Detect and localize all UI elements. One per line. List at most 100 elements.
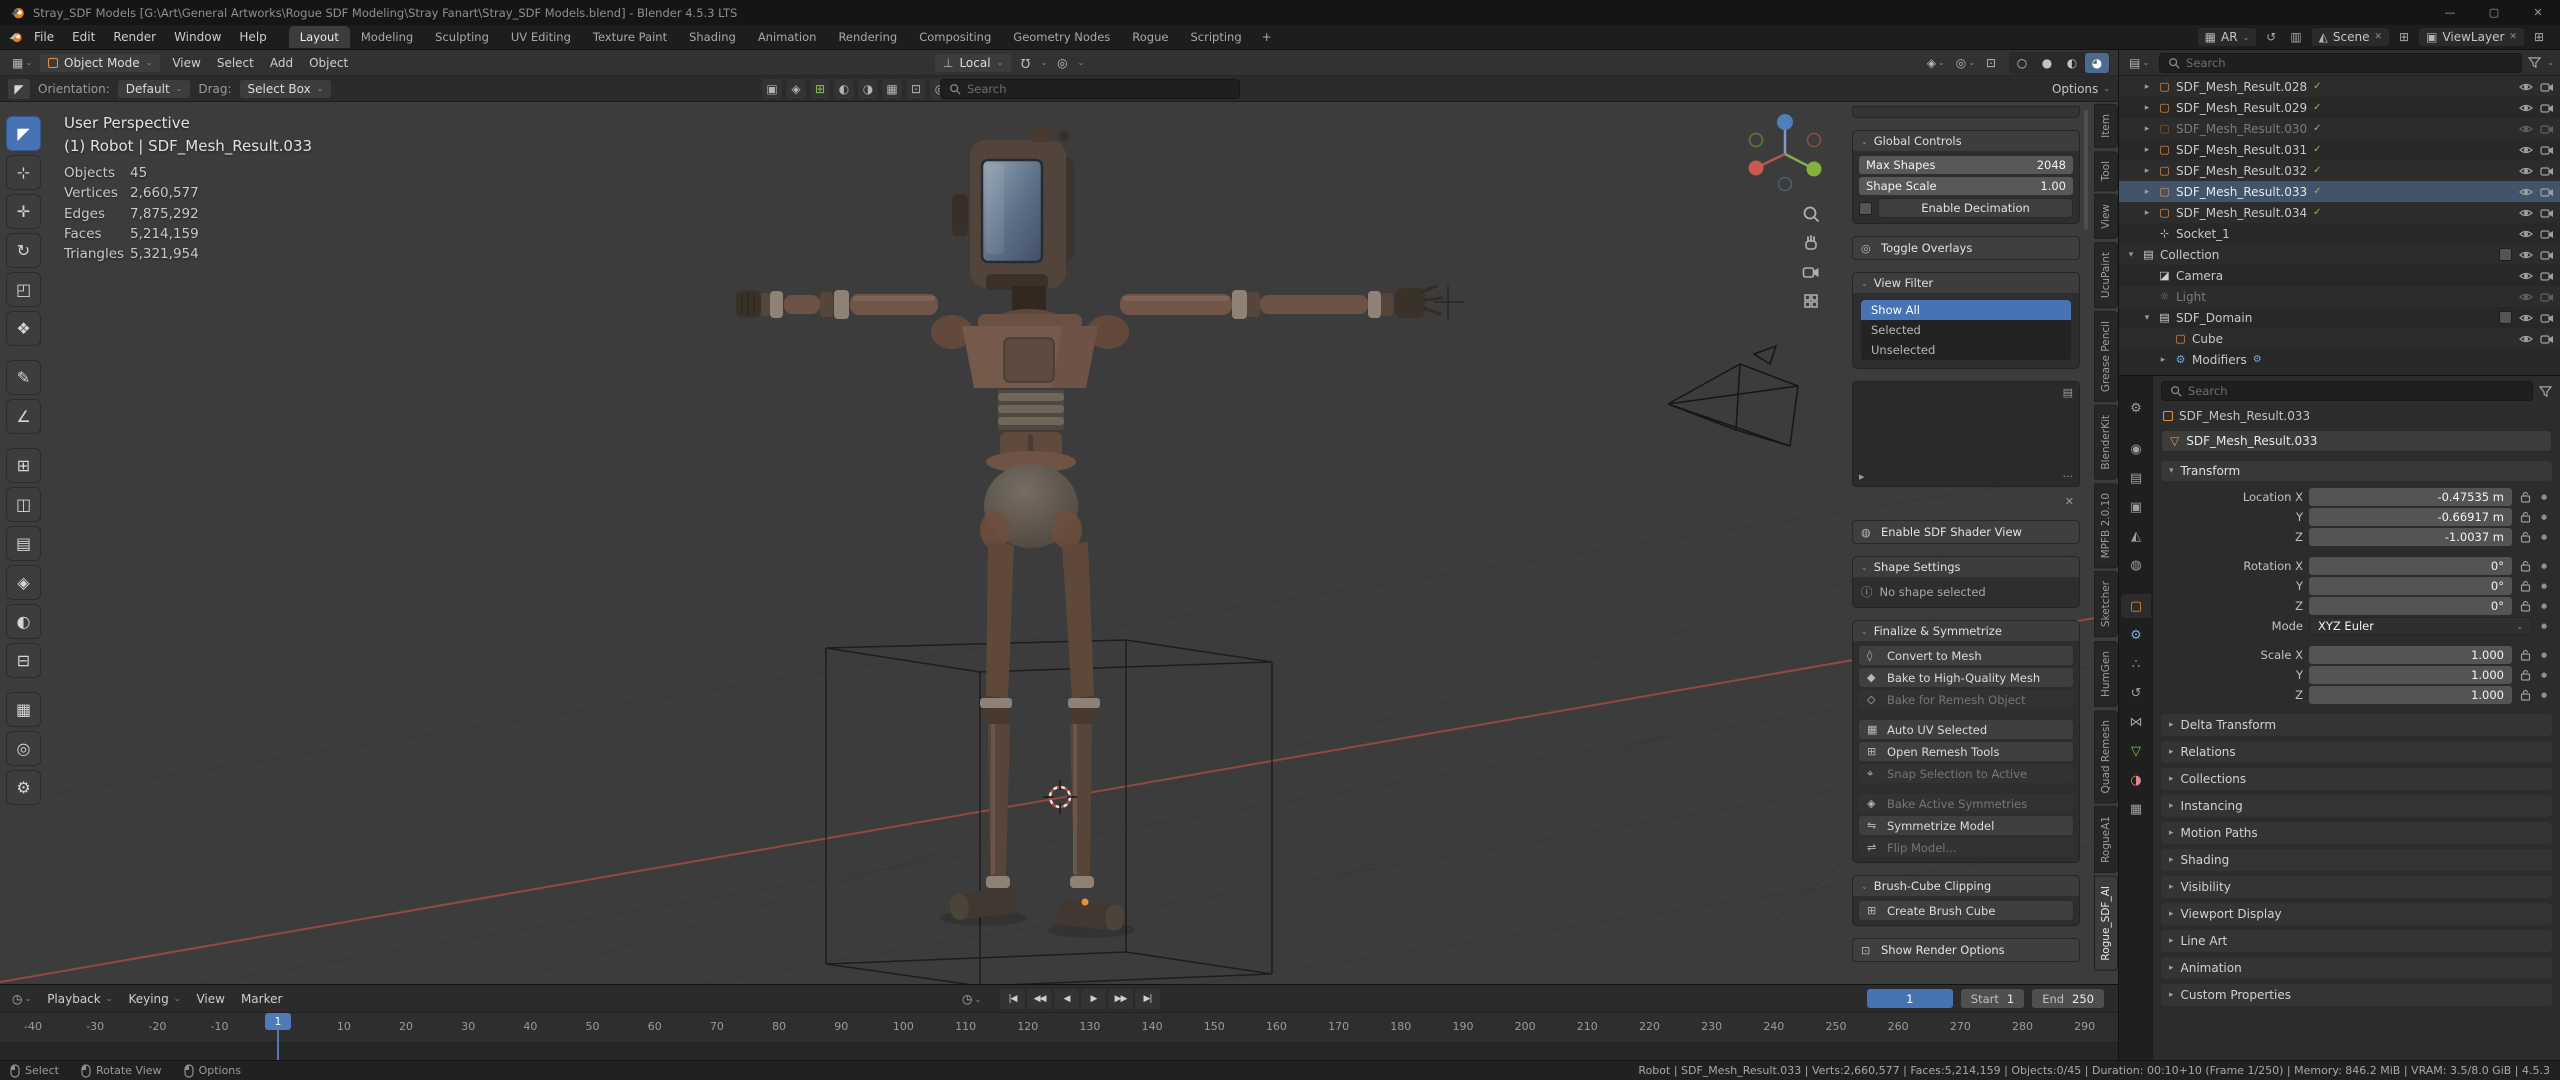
transform-panel-header[interactable]: ▾ Transform xyxy=(2161,461,2552,481)
sidebar-tab[interactable]: BlenderKit xyxy=(2094,405,2118,480)
viewport-canvas[interactable]: User Perspective (1) Robot | SDF_Mesh_Re… xyxy=(0,102,2118,984)
hide-eye-icon[interactable] xyxy=(2519,80,2533,94)
timeline-ruler[interactable]: -40-30-20-100102030405060708090100110120… xyxy=(0,1013,2118,1043)
animate-dot-icon[interactable]: ● xyxy=(2538,691,2550,699)
disclosure-arrow-icon[interactable]: ▸ xyxy=(2141,145,2153,155)
disable-render-camera-icon[interactable] xyxy=(2540,311,2554,325)
transport-button[interactable]: ▶▶ xyxy=(1108,989,1133,1009)
object-name-field[interactable]: ▽ SDF_Mesh_Result.033 xyxy=(2161,430,2552,452)
hide-eye-icon[interactable] xyxy=(2519,143,2533,157)
outliner-row[interactable]: ⊹ Socket_1 xyxy=(2119,223,2560,244)
value-field[interactable]: 1.000 ⌄ xyxy=(2309,646,2512,664)
outliner-row[interactable]: ▾ ▤ SDF_Domain xyxy=(2119,307,2560,328)
editor-type-selector[interactable]: ◷⌄ xyxy=(8,990,35,1008)
hide-eye-icon[interactable] xyxy=(2519,185,2533,199)
unlink-icon[interactable]: ✕ xyxy=(2375,32,2383,42)
viewport-tool-button[interactable]: ▤ xyxy=(6,526,41,561)
toggle-icon[interactable]: ⊞ xyxy=(810,79,830,99)
ar-selector[interactable]: ▦ AR ⌄ xyxy=(2198,28,2257,46)
close-button[interactable]: ✕ xyxy=(2516,0,2560,25)
properties-tab[interactable]: ▦ xyxy=(2121,797,2151,821)
viewport-tool-button[interactable]: ◤ xyxy=(6,116,41,151)
viewport-tool-button[interactable]: ◰ xyxy=(6,272,41,307)
search-input[interactable] xyxy=(967,82,1231,96)
search-input[interactable] xyxy=(2186,56,2513,70)
viewport-tool-button[interactable]: ✛ xyxy=(6,194,41,229)
animate-dot-icon[interactable]: ● xyxy=(2538,533,2550,541)
properties-tab[interactable]: ▣ xyxy=(2121,495,2151,519)
properties-tab[interactable]: ∴ xyxy=(2121,652,2151,676)
playback-sync-selector[interactable]: ◷⌄ xyxy=(958,990,985,1008)
chevron-down-icon[interactable]: ⌄ xyxy=(1040,58,1047,67)
camera-view-icon[interactable] xyxy=(1801,262,1821,282)
workspace-tab[interactable]: Texture Paint xyxy=(582,26,678,48)
disclosure-arrow-icon[interactable]: ▸ xyxy=(2141,124,2153,134)
outliner-row[interactable]: ☼ Light xyxy=(2119,286,2560,307)
disable-render-camera-icon[interactable] xyxy=(2540,143,2554,157)
max-shapes-field[interactable]: Max Shapes2048 xyxy=(1859,156,2073,174)
chevron-down-icon[interactable]: ⌄ xyxy=(1078,58,1085,67)
editor-type-selector[interactable]: ▤⌄ xyxy=(2125,54,2153,72)
collapsed-panel-header[interactable]: ▸ Relations xyxy=(2161,741,2552,763)
viewport-tool-button[interactable]: ⊹ xyxy=(6,155,41,190)
disclosure-arrow-icon[interactable]: ▸ xyxy=(2141,166,2153,176)
new-viewlayer-icon[interactable]: ⊞ xyxy=(2530,28,2548,46)
viewport-menu[interactable]: View xyxy=(164,53,208,73)
viewport-tool-button[interactable]: ▦ xyxy=(6,692,41,727)
sdf-action-button[interactable]: ◇ Bake for Remesh Object xyxy=(1859,690,2073,709)
toggle-icon[interactable]: ▣ xyxy=(762,79,782,99)
menubar-menu[interactable]: Edit xyxy=(63,27,104,47)
outliner-row[interactable]: ▢ Cube xyxy=(2119,328,2560,349)
workspace-tab[interactable]: Sculpting xyxy=(424,26,500,48)
hide-eye-icon[interactable] xyxy=(2519,206,2533,220)
collapsed-panel-header[interactable]: ▸ Custom Properties xyxy=(2161,984,2552,1006)
shading-mode-button[interactable]: ● xyxy=(2035,53,2059,73)
disable-render-camera-icon[interactable] xyxy=(2540,227,2554,241)
filter-funnel-icon[interactable] xyxy=(2539,385,2552,398)
value-field[interactable]: 1.000 ⌄ xyxy=(2309,666,2512,684)
viewport-tool-button[interactable]: ◎ xyxy=(6,731,41,766)
animate-dot-icon[interactable]: ● xyxy=(2538,513,2550,521)
collapsed-panel-header[interactable]: ▸ Motion Paths xyxy=(2161,822,2552,844)
pan-hand-icon[interactable] xyxy=(1801,233,1821,253)
sidebar-tab[interactable]: View xyxy=(2094,194,2118,239)
lock-icon[interactable] xyxy=(2518,511,2532,523)
properties-tab[interactable]: ⋈ xyxy=(2121,710,2151,734)
value-field[interactable]: -0.47535 m ⌄ xyxy=(2309,488,2512,506)
outliner-row[interactable]: ▸ ⚙ Modifiers ⚙ xyxy=(2119,349,2560,370)
workspace-tab[interactable]: Rogue xyxy=(1121,26,1179,48)
toggle-xray-button[interactable]: ⊡ xyxy=(1982,54,2000,72)
value-field[interactable]: XYZ Euler ⌄ xyxy=(2309,617,2532,635)
refresh-icon[interactable]: ↺ xyxy=(2262,28,2280,46)
tool-search[interactable] xyxy=(940,79,1240,99)
properties-tab[interactable]: ⚙ xyxy=(2121,396,2151,420)
outliner-row[interactable]: ▸ ▢ SDF_Mesh_Result.032 ✓ xyxy=(2119,160,2560,181)
collapsed-panel-header[interactable]: ▸ Line Art xyxy=(2161,930,2552,952)
filter-option[interactable]: Show All xyxy=(1861,300,2071,320)
disable-render-camera-icon[interactable] xyxy=(2540,206,2554,220)
close-icon[interactable]: ✕ xyxy=(2065,495,2080,508)
hide-eye-icon[interactable] xyxy=(2519,227,2533,241)
transport-button[interactable]: ◀ xyxy=(1054,989,1079,1009)
enable-sdf-shader-button[interactable]: ◍ Enable SDF Shader View xyxy=(1852,520,2080,544)
show-render-options-button[interactable]: ⊡ Show Render Options xyxy=(1852,938,2080,962)
show-overlays-button[interactable]: ◎⌄ xyxy=(1952,54,1979,72)
filter-option[interactable]: Unselected xyxy=(1861,340,2071,360)
outliner-row[interactable]: ▾ ▤ Collection xyxy=(2119,244,2560,265)
sdf-action-button[interactable]: ⊞ Open Remesh Tools xyxy=(1859,742,2073,761)
disclosure-arrow-icon[interactable]: ▸ xyxy=(2141,103,2153,113)
workspace-tab[interactable]: Shading xyxy=(678,26,747,48)
lock-icon[interactable] xyxy=(2518,580,2532,592)
value-field[interactable]: 0° ⌄ xyxy=(2309,557,2512,575)
viewport-tool-button[interactable]: ◐ xyxy=(6,604,41,639)
properties-tab[interactable]: ▢ xyxy=(2121,594,2151,618)
shading-mode-button[interactable]: ◕ xyxy=(2085,53,2109,73)
maximize-button[interactable]: ▢ xyxy=(2472,0,2516,25)
properties-tab[interactable]: ◉ xyxy=(2121,437,2151,461)
lock-icon[interactable] xyxy=(2518,560,2532,572)
viewport-menu[interactable]: Add xyxy=(262,53,301,73)
viewport-tool-button[interactable]: ◈ xyxy=(6,565,41,600)
properties-tab[interactable]: ⚙ xyxy=(2121,623,2151,647)
hide-eye-icon[interactable] xyxy=(2519,248,2533,262)
toggle-perspective-icon[interactable] xyxy=(1801,291,1821,311)
